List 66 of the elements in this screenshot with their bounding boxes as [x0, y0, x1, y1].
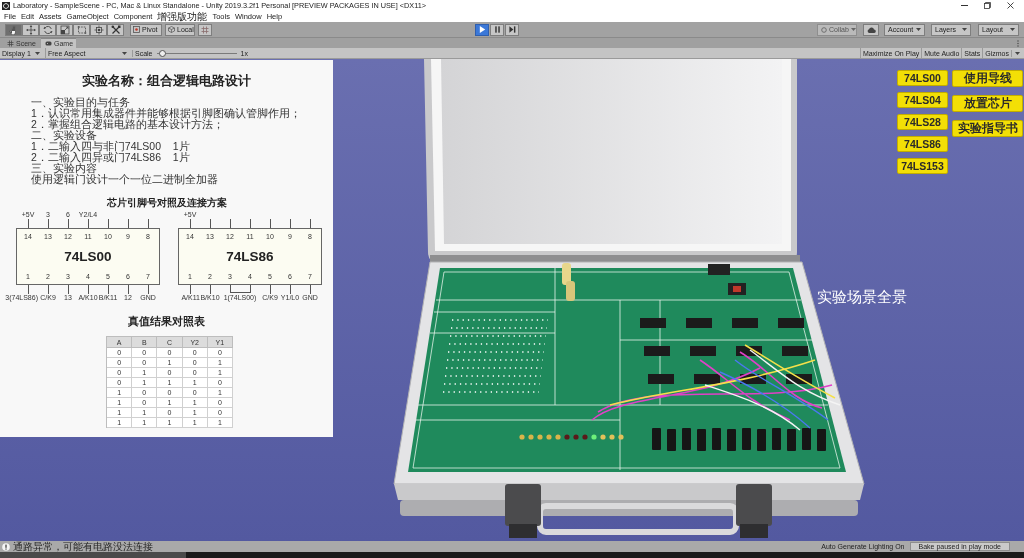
guide-text: 使用逻辑门设计一个一位二进制全加器 — [31, 174, 219, 185]
guide-text: 2．掌握组合逻辑电路的基本设计方法； — [31, 119, 224, 130]
vertical-dots-icon — [1016, 39, 1019, 47]
square-dot-icon — [133, 26, 140, 33]
action-button[interactable]: 使用导线 — [952, 70, 1023, 87]
guide-text: 一、实验目的与任务 — [31, 97, 130, 108]
chip-button[interactable]: 74LS153 — [897, 158, 948, 174]
chip-button[interactable]: 74LS28 — [897, 114, 948, 130]
move-tool-button[interactable] — [22, 23, 39, 36]
chip-name: 74LS00 — [64, 249, 112, 265]
corner-frame-icon — [76, 24, 87, 35]
slider-thumb[interactable] — [158, 49, 166, 57]
crossed-tools-icon — [110, 24, 121, 35]
cloud-button[interactable] — [863, 23, 879, 36]
guide-text: 1．认识常用集成器件并能够根据引脚图确认管脚作用； — [31, 108, 302, 119]
gamepad-icon — [45, 40, 52, 47]
section-heading: 真值结果对照表 — [127, 315, 206, 327]
guide-text: 2．二输入四异或门74LS86 1片 — [31, 152, 191, 163]
circular-arrows-icon — [42, 24, 53, 35]
custom-tool-button[interactable] — [107, 23, 124, 36]
scale-slider[interactable] — [156, 49, 237, 57]
rect-tool-button[interactable] — [73, 23, 90, 36]
section-heading: 芯片引脚号对照及连接方案 — [105, 197, 228, 208]
scale-tool-button[interactable] — [56, 23, 73, 36]
box-arrows-icon — [93, 24, 104, 35]
panel-title: 实验名称：组合逻辑电路设计 — [81, 73, 252, 89]
play-button[interactable] — [475, 23, 489, 36]
hand-tool-button[interactable] — [5, 23, 22, 36]
four-arrows-icon — [25, 24, 36, 35]
play-icon — [477, 25, 487, 34]
caret-icon — [35, 51, 40, 55]
guide-text: 三、实验内容 — [31, 163, 97, 174]
grid-icon — [201, 25, 209, 34]
cube-icon — [168, 26, 175, 33]
caret-icon — [122, 51, 127, 55]
minimize-icon — [961, 5, 968, 6]
action-button[interactable]: 实验指导书 — [952, 120, 1023, 137]
step-icon — [507, 25, 517, 34]
grid-icon — [7, 39, 14, 47]
step-button[interactable] — [505, 23, 519, 36]
menu-item[interactable]: 增强版功能 — [157, 11, 208, 22]
caret-icon — [850, 28, 856, 31]
close-icon — [1007, 2, 1014, 9]
pause-button[interactable] — [490, 23, 504, 36]
ring-icon — [821, 26, 827, 33]
chip-name: 74LS86 — [226, 249, 274, 265]
caret-icon — [916, 28, 921, 31]
resize-icon — [59, 24, 70, 35]
caret-icon — [962, 28, 967, 31]
hand-icon — [8, 24, 19, 35]
guide-text: 1．二输入四与非门74LS00 1片 — [31, 141, 191, 152]
scene-label: 实验场景全景 — [817, 288, 907, 305]
transform-tool-button[interactable] — [90, 23, 107, 36]
guide-text: 二、实验设备 — [31, 130, 97, 141]
status-message: 通路异常，可能有电路没法连接 — [13, 541, 153, 552]
pause-icon — [492, 25, 502, 34]
chip-button[interactable]: 74LS04 — [897, 92, 948, 108]
alert-circle-icon — [2, 542, 10, 551]
caret-icon — [1010, 28, 1015, 31]
cloud-icon — [866, 26, 876, 33]
action-button[interactable]: 放置芯片 — [952, 95, 1023, 112]
restore-icon — [984, 2, 991, 9]
chip-button[interactable]: 74LS86 — [897, 136, 948, 152]
chip-button[interactable]: 74LS00 — [897, 70, 948, 86]
rotate-tool-button[interactable] — [39, 23, 56, 36]
caret-icon — [1015, 51, 1020, 55]
